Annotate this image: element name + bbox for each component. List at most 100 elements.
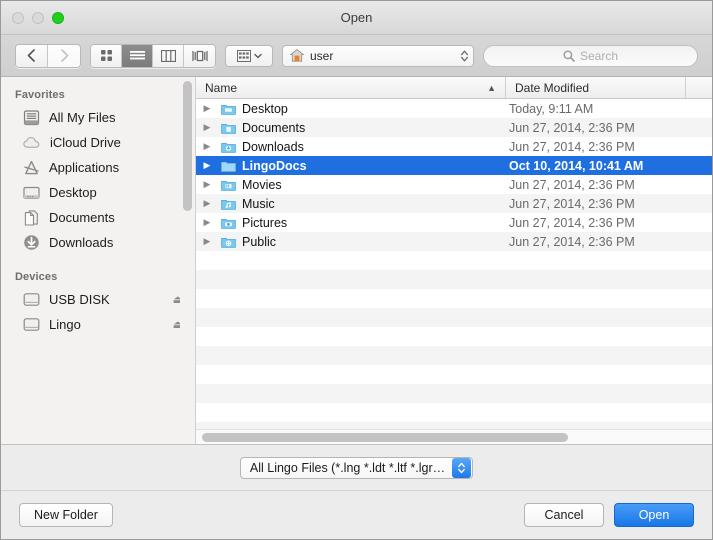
disclosure-triangle-icon[interactable]: ▶	[196, 141, 218, 152]
sidebar-item-applications[interactable]: Applications	[1, 155, 195, 180]
dialog-body: Favorites All My Files iCloud Drive	[1, 77, 712, 445]
folder-desktop-icon	[218, 103, 238, 115]
empty-row	[196, 403, 712, 422]
table-row[interactable]: ▶ Music Jun 27, 2014, 2:36 PM	[196, 194, 712, 213]
sidebar-item-label: Downloads	[49, 235, 113, 250]
sidebar-item-desktop[interactable]: Desktop	[1, 180, 195, 205]
coverflow-view-button[interactable]	[184, 45, 215, 67]
table-row[interactable]: ▶ Movies Jun 27, 2014, 2:36 PM	[196, 175, 712, 194]
disclosure-triangle-icon[interactable]: ▶	[196, 198, 218, 209]
sidebar-item-usb-disk[interactable]: USB DISK ⏏	[1, 287, 195, 312]
disclosure-triangle-icon[interactable]: ▶	[196, 217, 218, 228]
action-grid-icon	[237, 50, 251, 62]
empty-row	[196, 422, 712, 429]
file-date: Jun 27, 2014, 2:36 PM	[506, 121, 696, 135]
disclosure-triangle-icon[interactable]: ▶	[196, 160, 218, 171]
sidebar-item-documents[interactable]: Documents	[1, 205, 195, 230]
sidebar-vertical-scrollbar[interactable]	[180, 77, 195, 444]
minimize-button[interactable]	[32, 12, 44, 24]
table-row[interactable]: ▶ Downloads Jun 27, 2014, 2:36 PM	[196, 137, 712, 156]
table-row-selected[interactable]: ▶ LingoDocs Oct 10, 2014, 10:41 AM	[196, 156, 712, 175]
open-button[interactable]: Open	[614, 503, 694, 527]
navigation-segmented-control	[15, 44, 81, 68]
file-date: Today, 9:11 AM	[506, 102, 696, 116]
folder-documents-icon	[218, 122, 238, 134]
disclosure-triangle-icon[interactable]: ▶	[196, 179, 218, 190]
column-header-name-label: Name	[205, 81, 237, 95]
drive-icon	[23, 317, 40, 332]
table-row[interactable]: ▶ Desktop Today, 9:11 AM	[196, 99, 712, 118]
sidebar-item-label: Applications	[49, 160, 119, 175]
table-row[interactable]: ▶ Documents Jun 27, 2014, 2:36 PM	[196, 118, 712, 137]
scrollbar-thumb[interactable]	[202, 433, 568, 442]
disclosure-triangle-icon[interactable]: ▶	[196, 122, 218, 133]
table-row[interactable]: ▶ Public Jun 27, 2014, 2:36 PM	[196, 232, 712, 251]
toolbar: user Search	[1, 35, 712, 77]
back-button[interactable]	[16, 45, 48, 67]
disclosure-triangle-icon[interactable]: ▶	[196, 236, 218, 247]
file-name: LingoDocs	[238, 159, 506, 173]
search-icon	[563, 50, 575, 62]
search-field[interactable]: Search	[483, 45, 698, 67]
empty-row	[196, 384, 712, 403]
folder-downloads-icon	[218, 141, 238, 153]
column-view-button[interactable]	[153, 45, 184, 67]
chevron-down-icon	[254, 53, 262, 59]
sidebar-section-header-devices: Devices	[1, 267, 195, 287]
close-button[interactable]	[12, 12, 24, 24]
file-name: Desktop	[238, 102, 506, 116]
action-menu-button[interactable]	[225, 45, 273, 67]
column-header-date-modified[interactable]: Date Modified	[506, 77, 686, 98]
disclosure-triangle-icon[interactable]: ▶	[196, 103, 218, 114]
sidebar-item-downloads[interactable]: Downloads	[1, 230, 195, 255]
path-label: user	[310, 49, 333, 63]
forward-button[interactable]	[48, 45, 80, 67]
new-folder-button[interactable]: New Folder	[19, 503, 113, 527]
file-date: Jun 27, 2014, 2:36 PM	[506, 216, 696, 230]
sidebar: Favorites All My Files iCloud Drive	[1, 77, 196, 444]
sidebar-item-icloud-drive[interactable]: iCloud Drive	[1, 130, 195, 155]
documents-icon	[23, 210, 40, 226]
scrollbar-thumb[interactable]	[183, 81, 192, 211]
folder-movies-icon	[218, 179, 238, 191]
table-row[interactable]: ▶ Pictures Jun 27, 2014, 2:36 PM	[196, 213, 712, 232]
sidebar-item-lingo[interactable]: Lingo ⏏	[1, 312, 195, 337]
column-header-date-label: Date Modified	[515, 81, 589, 95]
empty-row	[196, 365, 712, 384]
zoom-button[interactable]	[52, 12, 64, 24]
view-mode-segmented-control	[90, 44, 216, 68]
cloud-icon	[23, 136, 41, 149]
icon-view-button[interactable]	[91, 45, 122, 67]
file-date: Jun 27, 2014, 2:36 PM	[506, 140, 696, 154]
sidebar-item-label: USB DISK	[49, 292, 110, 307]
file-filter-bar: All Lingo Files (*.lng *.ldt *.ltf *.lgr…	[1, 445, 712, 491]
empty-row	[196, 327, 712, 346]
file-name: Documents	[238, 121, 506, 135]
desktop-icon	[23, 186, 40, 200]
file-name: Downloads	[238, 140, 506, 154]
file-type-label: All Lingo Files (*.lng *.ldt *.ltf *.lgr…	[250, 461, 452, 475]
sidebar-section-header-favorites: Favorites	[1, 85, 195, 105]
cancel-button[interactable]: Cancel	[524, 503, 604, 527]
file-date: Jun 27, 2014, 2:36 PM	[506, 197, 696, 211]
column-header-row: Name ▲ Date Modified	[196, 77, 712, 99]
button-bar: New Folder Cancel Open	[1, 491, 712, 539]
file-list-horizontal-scrollbar[interactable]	[196, 429, 712, 444]
open-file-dialog: Open	[0, 0, 713, 540]
path-popup-button[interactable]: user	[282, 45, 474, 67]
file-name: Movies	[238, 178, 506, 192]
file-name: Public	[238, 235, 506, 249]
sidebar-item-label: Documents	[49, 210, 115, 225]
title-bar: Open	[1, 1, 712, 35]
file-type-popup-button[interactable]: All Lingo Files (*.lng *.ldt *.ltf *.lgr…	[240, 457, 473, 479]
traffic-lights	[12, 12, 64, 24]
empty-row	[196, 308, 712, 327]
file-date: Jun 27, 2014, 2:36 PM	[506, 178, 696, 192]
folder-pictures-icon	[218, 217, 238, 229]
column-header-name[interactable]: Name ▲	[196, 77, 506, 98]
path-stepper-icon	[460, 49, 469, 63]
list-view-button[interactable]	[122, 45, 153, 67]
file-name: Pictures	[238, 216, 506, 230]
sidebar-item-all-my-files[interactable]: All My Files	[1, 105, 195, 130]
popup-stepper-icon	[452, 458, 471, 478]
